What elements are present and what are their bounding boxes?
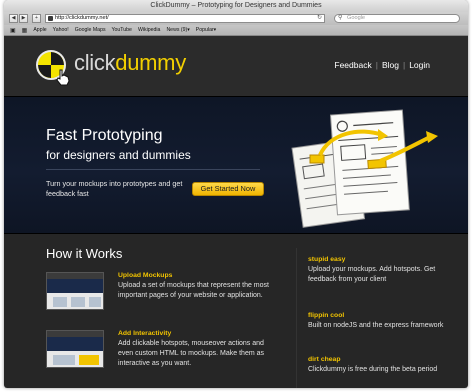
bookmark-yahoo[interactable]: Yahoo!: [53, 27, 69, 33]
browser-window: ClickDummy – Prototyping for Designers a…: [4, 0, 468, 388]
book-icon[interactable]: ▣: [10, 27, 16, 34]
bookmark-wikipedia[interactable]: Wikipedia: [138, 27, 161, 33]
nav-blog-link[interactable]: Blog: [382, 60, 399, 70]
hand-cursor-icon: [56, 69, 70, 86]
feature-stupid-easy: stupid easy Upload your mockups. Add hot…: [308, 256, 458, 285]
add-interactivity-thumbnail: [46, 330, 104, 368]
back-button[interactable]: ◀: [9, 14, 18, 23]
feature-body: Upload your mockups. Add hotspots. Get f…: [308, 266, 436, 283]
step-body: Add clickable hotspots, mouseover action…: [118, 340, 265, 367]
logo-wordmark[interactable]: clickdummy: [74, 50, 186, 76]
nav-login-link[interactable]: Login: [409, 60, 430, 70]
step-add-interactivity: Add Interactivity Add clickable hotspots…: [46, 330, 282, 374]
hero-divider: [46, 169, 260, 170]
search-placeholder: Google: [347, 15, 366, 21]
bookmark-news[interactable]: News (9)▾: [166, 27, 189, 33]
logo-suffix: dummy: [115, 50, 186, 75]
address-bar[interactable]: http://clickdummy.net/ ↻: [45, 14, 325, 23]
site-favicon-icon: [48, 16, 53, 21]
step-body: Upload a set of mockups that represent t…: [118, 282, 269, 299]
hero-text: Turn your mockups into prototypes and ge…: [46, 179, 183, 198]
top-nav: Feedback | Blog | Login: [334, 60, 430, 70]
bookmark-youtube[interactable]: YouTube: [112, 27, 132, 33]
add-bookmark-button[interactable]: +: [32, 14, 41, 23]
bookmarks-bar: ▣ ▦ Apple Yahoo! Google Maps YouTube Wik…: [4, 25, 468, 36]
step-title[interactable]: Add Interactivity: [118, 330, 171, 337]
main-content: How it Works Upload Mockups Upload a set…: [4, 236, 468, 388]
step-title[interactable]: Upload Mockups: [118, 272, 172, 279]
step-upload-mockups: Upload Mockups Upload a set of mockups t…: [46, 272, 282, 316]
nav-separator: |: [402, 60, 406, 70]
mockup-sketch-illustration: [291, 109, 438, 228]
upload-mockups-thumbnail: [46, 272, 104, 310]
browser-toolbar: ◀ ▶ + http://clickdummy.net/ ↻ ⚲ Google: [4, 12, 468, 25]
window-title: ClickDummy – Prototyping for Designers a…: [150, 2, 322, 9]
feature-dirt-cheap: dirt cheap Clickdummy is free during the…: [308, 356, 458, 375]
window-titlebar: ClickDummy – Prototyping for Designers a…: [4, 0, 468, 12]
hero-subtitle: for designers and dummies: [46, 148, 191, 162]
feature-title: stupid easy: [308, 256, 346, 263]
logo-prefix: click: [74, 50, 116, 75]
feature-body: Clickdummy is free during the beta perio…: [308, 366, 438, 373]
search-field[interactable]: ⚲ Google: [334, 14, 460, 23]
nav-feedback-link[interactable]: Feedback: [334, 60, 371, 70]
how-it-works-title: How it Works: [46, 246, 123, 261]
column-divider: [296, 248, 297, 388]
address-text: http://clickdummy.net/: [55, 15, 109, 21]
hero-title: Fast Prototyping: [46, 127, 163, 144]
search-icon: ⚲: [338, 15, 343, 21]
feature-flippin-cool: flippin cool Built on nodeJS and the exp…: [308, 312, 458, 331]
nav-separator: |: [375, 60, 378, 70]
web-page: clickdummy Feedback | Blog | Login Fast …: [4, 36, 468, 388]
feature-title: dirt cheap: [308, 356, 341, 363]
feature-title: flippin cool: [308, 312, 345, 319]
feature-body: Built on nodeJS and the express framewor…: [308, 322, 444, 329]
hero-banner: Fast Prototyping for designers and dummi…: [4, 96, 468, 234]
get-started-button[interactable]: Get Started Now: [192, 182, 264, 196]
bookmark-popular[interactable]: Popular▾: [196, 27, 216, 33]
bookmark-google-maps[interactable]: Google Maps: [75, 27, 106, 33]
grid-icon[interactable]: ▦: [22, 27, 28, 34]
bookmark-apple[interactable]: Apple: [33, 27, 46, 33]
reload-icon[interactable]: ↻: [317, 15, 322, 22]
site-header: clickdummy Feedback | Blog | Login: [4, 36, 468, 96]
forward-button[interactable]: ▶: [19, 14, 28, 23]
